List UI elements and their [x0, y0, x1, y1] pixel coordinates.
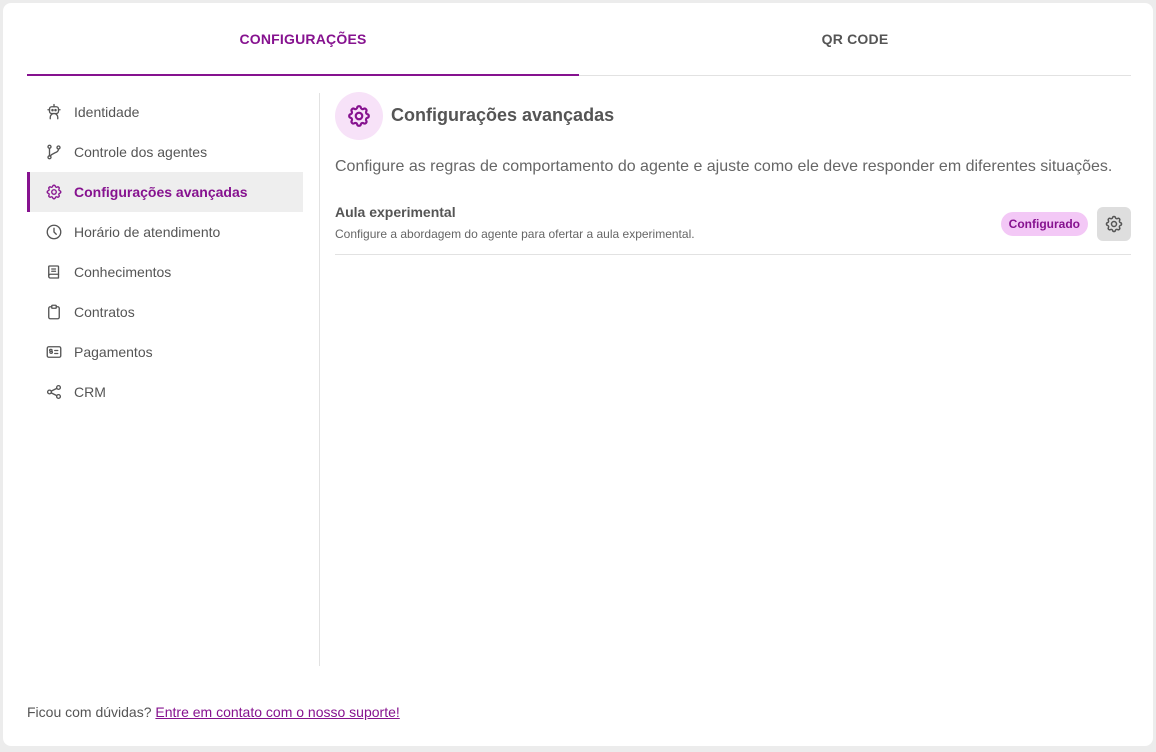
- sidebar-item-horario-de-atendimento[interactable]: Horário de atendimento: [27, 212, 303, 252]
- sidebar-item-label: Pagamentos: [74, 344, 153, 360]
- share-icon: [45, 383, 63, 401]
- sidebar-item-label: Contratos: [74, 304, 135, 320]
- page-description: Configure as regras de comportamento do …: [335, 158, 1113, 175]
- sidebar-item-label: Conhecimentos: [74, 264, 172, 280]
- gear-icon: [45, 183, 63, 201]
- tab-label: CONFIGURAÇÕES: [239, 31, 367, 47]
- robot-icon: [45, 103, 63, 121]
- clock-icon: [45, 223, 63, 241]
- configure-button[interactable]: [1097, 207, 1131, 241]
- settings-card: CONFIGURAÇÕES QR CODE Identidade Control…: [3, 3, 1153, 746]
- sidebar-item-label: Identidade: [74, 104, 140, 120]
- gear-icon: [335, 91, 383, 140]
- git-branch-icon: [45, 143, 63, 161]
- sidebar-item-controle-dos-agentes[interactable]: Controle dos agentes: [27, 132, 303, 172]
- footer-question: Ficou com dúvidas?: [27, 704, 152, 720]
- clipboard-icon: [45, 303, 63, 321]
- gear-icon: [1104, 214, 1124, 234]
- setting-description: Configure a abordagem do agente para ofe…: [335, 227, 695, 241]
- sidebar-item-contratos[interactable]: Contratos: [27, 292, 303, 332]
- sidebar-item-configuracoes-avancadas[interactable]: Configurações avançadas: [27, 172, 303, 212]
- sidebar-item-label: Horário de atendimento: [74, 224, 221, 240]
- sidebar-item-crm[interactable]: CRM: [27, 372, 303, 412]
- setting-title: Aula experimental: [335, 204, 456, 220]
- setting-text: Aula experimental Configure a abordagem …: [335, 202, 695, 241]
- vertical-divider: [319, 93, 320, 666]
- tab-configuracoes[interactable]: CONFIGURAÇÕES: [27, 3, 579, 76]
- sidebar-item-identidade[interactable]: Identidade: [27, 92, 303, 132]
- tab-bar: CONFIGURAÇÕES QR CODE: [27, 3, 1131, 76]
- setting-row-aula-experimental: Aula experimental Configure a abordagem …: [335, 202, 1131, 255]
- sidebar-item-conhecimentos[interactable]: Conhecimentos: [27, 252, 303, 292]
- main-content: Configurações avançadas Configure as reg…: [335, 91, 1131, 255]
- page-title: Configurações avançadas: [391, 105, 615, 125]
- sidebar-item-label: Configurações avançadas: [74, 184, 248, 200]
- bill-icon: [45, 343, 63, 361]
- tab-qr-code[interactable]: QR CODE: [579, 3, 1131, 75]
- section-header: Configurações avançadas: [335, 91, 1131, 140]
- support-link[interactable]: Entre em contato com o nosso suporte!: [155, 704, 399, 720]
- book-icon: [45, 263, 63, 281]
- sidebar-item-pagamentos[interactable]: Pagamentos: [27, 332, 303, 372]
- sidebar-item-label: CRM: [74, 384, 106, 400]
- sidebar-item-label: Controle dos agentes: [74, 144, 208, 160]
- status-badge: Configurado: [1000, 212, 1088, 236]
- tab-label: QR CODE: [821, 31, 889, 47]
- setting-actions: Configurado: [1000, 207, 1131, 241]
- sidebar: Identidade Controle dos agentes Configur…: [27, 92, 303, 412]
- footer-help: Ficou com dúvidas? Entre em contato com …: [27, 704, 400, 720]
